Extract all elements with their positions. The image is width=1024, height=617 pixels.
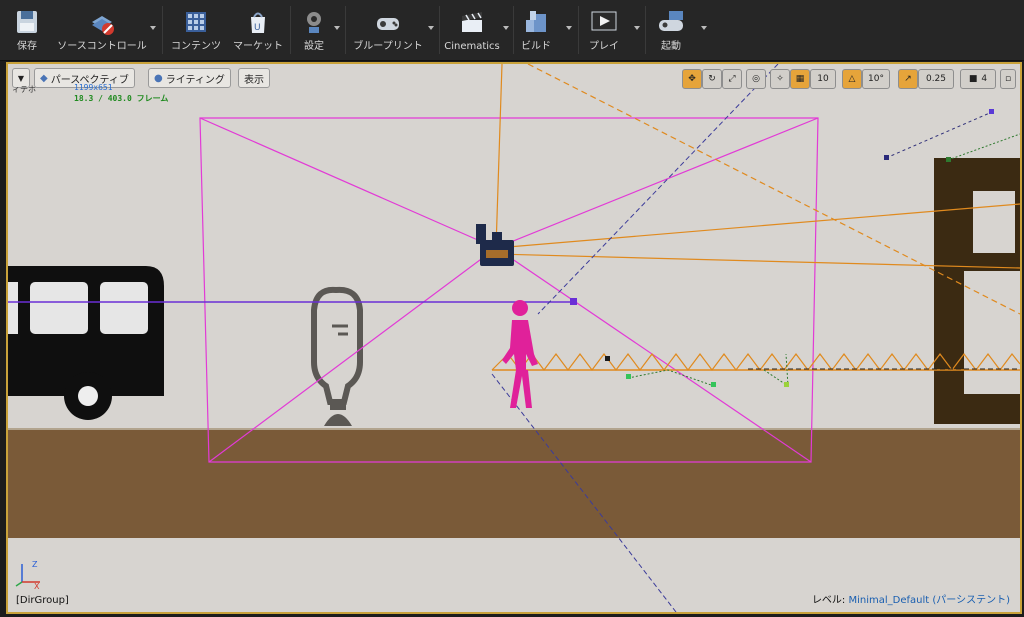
translate-mode-button[interactable]: ✥ bbox=[682, 69, 702, 89]
rotation-snap-value[interactable]: 10° bbox=[862, 69, 890, 89]
grid-snap-value[interactable]: 10 bbox=[810, 69, 836, 89]
grid-icon: ▦ bbox=[795, 74, 805, 84]
toolbar-separator bbox=[345, 6, 346, 54]
rotate-icon: ↻ bbox=[708, 74, 716, 84]
marketplace-button[interactable]: U マーケット bbox=[230, 4, 286, 56]
axis-gizmo bbox=[15, 564, 40, 587]
build-dropdown-icon[interactable] bbox=[566, 26, 572, 30]
viewport-overlay-text: ィテホ bbox=[12, 85, 36, 94]
globe-icon: ◎ bbox=[752, 74, 760, 84]
cinematics-icon bbox=[462, 12, 482, 32]
toolbar-separator bbox=[645, 6, 646, 54]
floor-edge bbox=[8, 428, 1020, 430]
rotate-mode-button[interactable]: ↻ bbox=[702, 69, 722, 89]
maximize-icon: ▫ bbox=[1004, 74, 1012, 84]
frame-stat: 18.3 / 403.0 フレーム bbox=[74, 94, 169, 103]
show-button[interactable]: 表示 bbox=[238, 68, 270, 88]
level-viewport[interactable]: ▼ ◆ パースペクティブ ● ライティング 表示 ィテホ 1199x651 18… bbox=[6, 62, 1022, 614]
level-label: レベル: bbox=[811, 595, 846, 606]
blueprints-button[interactable]: ブループリント bbox=[350, 4, 426, 56]
play-button[interactable]: プレイ bbox=[582, 4, 626, 56]
grid-snap-button[interactable]: ▦ bbox=[790, 69, 810, 89]
main-toolbar: 保存 ソースコントロール コンテンツ U マーケット 設定 ブループリント Ci… bbox=[0, 0, 1024, 61]
group-label: [DirGroup] bbox=[16, 595, 69, 606]
camera-speed-button[interactable]: ■ 4 bbox=[960, 69, 996, 89]
rotation-snap-label: 10° bbox=[868, 74, 884, 84]
toolbar-separator bbox=[513, 6, 514, 54]
content-button[interactable]: コンテンツ bbox=[168, 4, 224, 56]
play-icon bbox=[591, 11, 617, 31]
settings-dropdown-icon[interactable] bbox=[334, 26, 340, 30]
grid-snap-label: 10 bbox=[817, 74, 829, 84]
settings-label: 設定 bbox=[304, 41, 324, 52]
toolbar-separator bbox=[439, 6, 440, 54]
build-button[interactable]: ビルド bbox=[516, 4, 556, 56]
source-control-dropdown-icon[interactable] bbox=[150, 26, 156, 30]
rotation-snap-button[interactable]: △ bbox=[842, 69, 862, 89]
toolbar-separator bbox=[578, 6, 579, 54]
surface-snap-icon: ✧ bbox=[776, 74, 784, 84]
scene[interactable] bbox=[8, 64, 1020, 612]
save-icon bbox=[17, 11, 37, 33]
scale-snap-icon: ↗ bbox=[904, 74, 912, 84]
scale-icon: ⤢ bbox=[728, 74, 736, 84]
cinematics-button[interactable]: Cinematics bbox=[442, 4, 502, 56]
scale-snap-button[interactable]: ↗ bbox=[898, 69, 918, 89]
play-label: プレイ bbox=[589, 41, 619, 52]
launch-label: 起動 bbox=[661, 41, 681, 52]
play-dropdown-icon[interactable] bbox=[634, 26, 640, 30]
source-control-icon bbox=[92, 16, 114, 35]
world-local-button[interactable]: ◎ bbox=[746, 69, 766, 89]
source-control-label: ソースコントロール bbox=[57, 41, 147, 52]
content-label: コンテンツ bbox=[171, 41, 221, 52]
marketplace-icon: U bbox=[251, 12, 265, 33]
lighting-label: ライティング bbox=[165, 74, 225, 86]
source-control-button[interactable]: ソースコントロール bbox=[54, 4, 150, 56]
cinematics-dropdown-icon[interactable] bbox=[503, 26, 509, 30]
lighting-icon: ● bbox=[154, 72, 163, 84]
scale-mode-button[interactable]: ⤢ bbox=[722, 69, 742, 89]
chevron-down-icon: ▼ bbox=[17, 73, 25, 83]
blueprints-icon bbox=[377, 18, 399, 30]
show-label: 表示 bbox=[244, 74, 264, 86]
surface-snap-button[interactable]: ✧ bbox=[770, 69, 790, 89]
angle-icon: △ bbox=[848, 74, 856, 84]
toolbar-separator bbox=[290, 6, 291, 54]
save-label: 保存 bbox=[17, 41, 37, 52]
launch-dropdown-icon[interactable] bbox=[701, 26, 707, 30]
marketplace-label: マーケット bbox=[233, 41, 283, 52]
scale-snap-value[interactable]: 0.25 bbox=[918, 69, 954, 89]
perspective-icon: ◆ bbox=[40, 72, 48, 84]
svg-text:U: U bbox=[254, 23, 261, 33]
lighting-button[interactable]: ● ライティング bbox=[148, 68, 231, 88]
launch-icon bbox=[659, 11, 683, 31]
save-button[interactable]: 保存 bbox=[8, 4, 46, 56]
level-name: Minimal_Default (パーシステント) bbox=[848, 595, 1011, 606]
settings-icon bbox=[307, 12, 321, 33]
axis-z-label: Z bbox=[32, 560, 38, 569]
blueprints-label: ブループリント bbox=[353, 41, 423, 52]
level-info: レベル: Minimal_Default (パーシステント) bbox=[812, 591, 1010, 606]
content-icon bbox=[186, 12, 206, 32]
cinematics-label: Cinematics bbox=[444, 41, 500, 52]
settings-button[interactable]: 設定 bbox=[294, 4, 334, 56]
scale-snap-label: 0.25 bbox=[925, 74, 947, 84]
camera-icon: ■ bbox=[968, 74, 978, 84]
toolbar-separator bbox=[162, 6, 163, 54]
build-label: ビルド bbox=[521, 41, 551, 52]
launch-button[interactable]: 起動 bbox=[648, 4, 694, 56]
floor bbox=[8, 428, 1020, 538]
axis-x-label: X bbox=[34, 582, 40, 591]
blueprints-dropdown-icon[interactable] bbox=[428, 26, 434, 30]
build-icon bbox=[526, 11, 546, 32]
camera-speed-label: 4 bbox=[981, 74, 988, 84]
resolution-stat: 1199x651 bbox=[74, 83, 113, 92]
move-icon: ✥ bbox=[688, 74, 696, 84]
maximize-viewport-button[interactable]: ▫ bbox=[1000, 69, 1016, 89]
